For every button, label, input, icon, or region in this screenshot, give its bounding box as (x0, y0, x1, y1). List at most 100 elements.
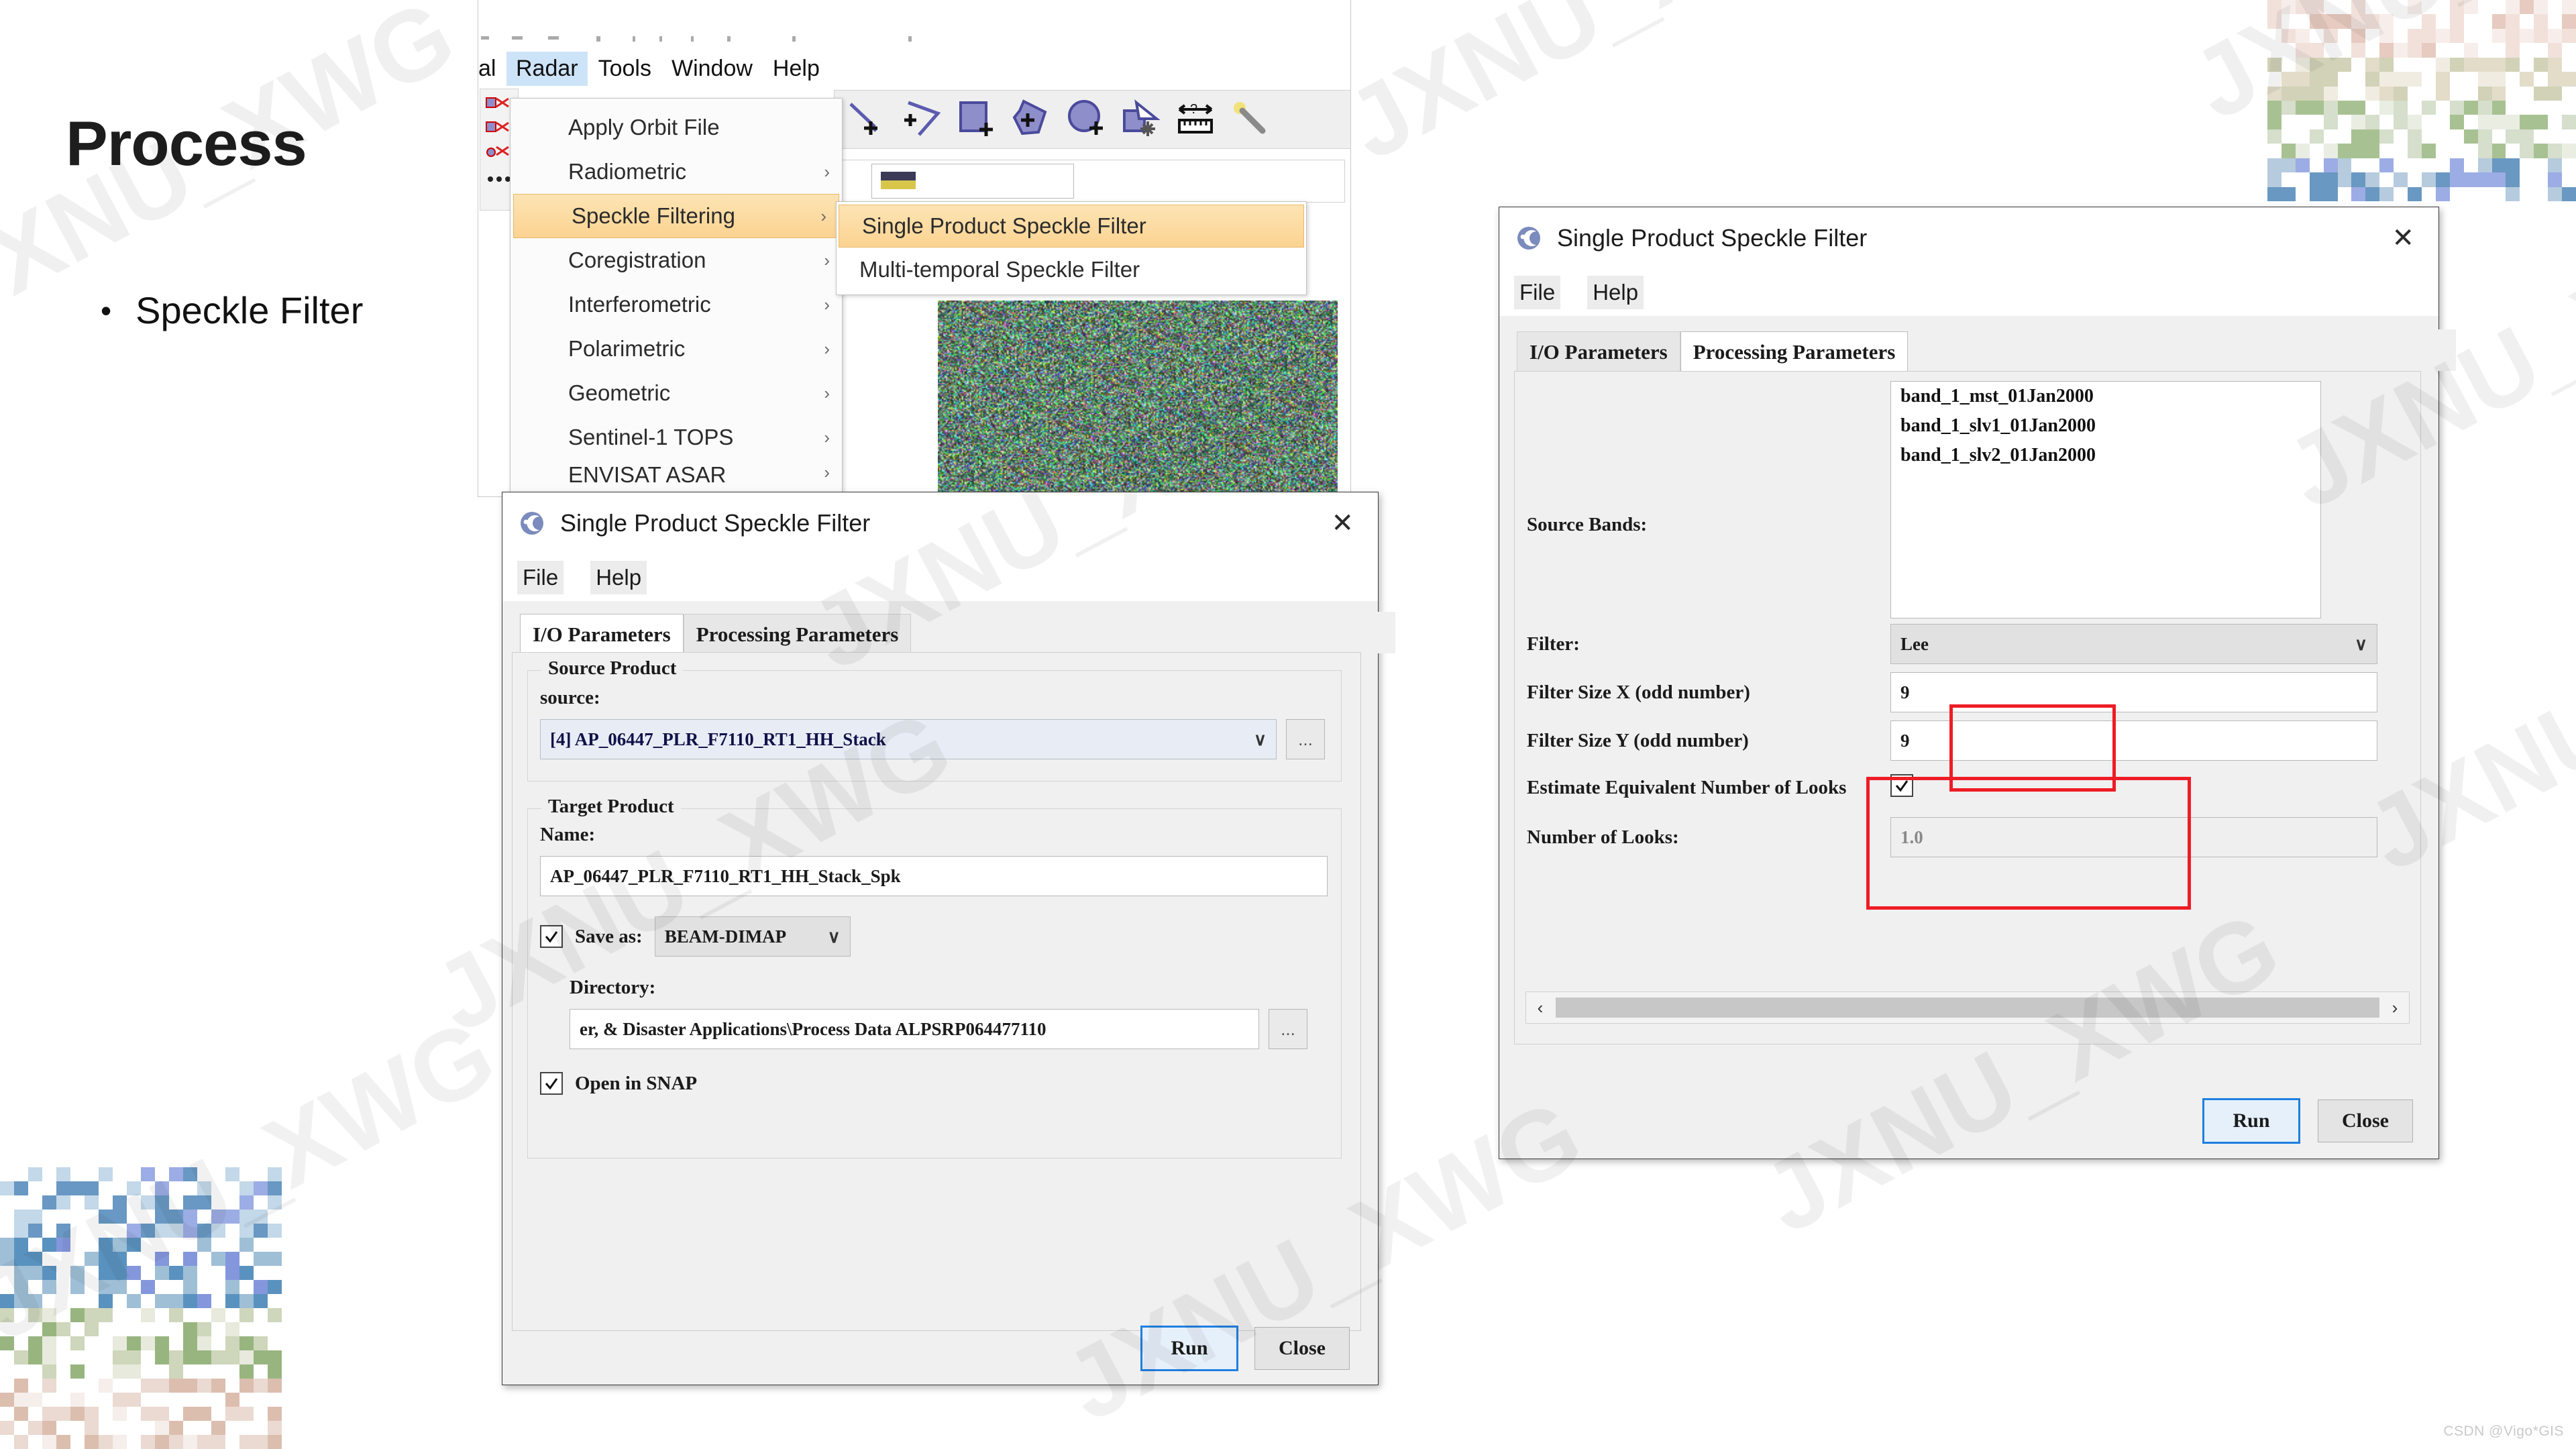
menu-option-geometric[interactable]: Geometric › (511, 371, 842, 415)
mosaic-cell (225, 1350, 239, 1364)
menu-item-help[interactable]: Help (763, 52, 829, 86)
menu-option-interferometric[interactable]: Interferometric › (511, 282, 842, 327)
mosaic-cell (56, 1195, 70, 1210)
mosaic-cell (127, 1280, 141, 1294)
source-label: source: (540, 687, 600, 708)
mosaic-cell (183, 1322, 197, 1336)
scroll-left-icon[interactable]: ‹ (1526, 998, 1554, 1018)
red-icon-3[interactable] (486, 144, 511, 162)
close-button[interactable]: Close (1254, 1327, 1350, 1370)
tab-processing-parameters[interactable]: Processing Parameters (683, 614, 912, 653)
dialog-menu-help[interactable]: Help (1587, 276, 1644, 309)
mosaic-cell (99, 1407, 113, 1421)
draw-line-icon[interactable] (844, 99, 892, 140)
mosaic-cell (2562, 57, 2576, 72)
draw-rectangle-icon[interactable] (954, 99, 1002, 140)
mosaic-cell (28, 1336, 42, 1350)
range-measure-icon[interactable]: ? (1174, 99, 1222, 140)
menu-item-clipped[interactable]: al (478, 52, 505, 86)
tab-processing-parameters[interactable]: Processing Parameters (1680, 331, 1909, 371)
filter-combo[interactable]: Lee ∨ (1890, 624, 2377, 664)
directory-input[interactable]: er, & Disaster Applications\Process Data… (570, 1009, 1259, 1049)
open-in-snap-checkbox[interactable] (540, 1072, 563, 1095)
list-item[interactable]: band_1_slv1_01Jan2000 (1891, 411, 2320, 441)
mosaic-cell (2337, 158, 2352, 173)
mosaic-cell (113, 1294, 127, 1308)
menu-option-coregistration[interactable]: Coregistration › (511, 238, 842, 282)
red-icon-2[interactable] (486, 120, 511, 138)
menu-item-window[interactable]: Window (662, 52, 762, 86)
mosaic-cell (2267, 129, 2282, 144)
pin-wand-icon[interactable] (1229, 99, 1277, 140)
menu-option-envisat-asar[interactable]: ENVISAT ASAR › (511, 460, 842, 492)
tab-io-parameters[interactable]: I/O Parameters (1517, 331, 1680, 371)
scrollbar-thumb[interactable] (1556, 998, 2379, 1018)
mosaic-cell (169, 1379, 183, 1393)
save-as-checkbox[interactable] (540, 925, 563, 948)
draw-polyline-icon[interactable] (899, 99, 947, 140)
estimate-enl-checkbox[interactable] (1890, 774, 1913, 797)
mosaic-cell (2281, 72, 2296, 87)
draw-polygon-icon[interactable] (1009, 99, 1057, 140)
directory-browse-button[interactable]: ... (1269, 1009, 1307, 1049)
mosaic-cell (2506, 158, 2520, 173)
source-product-combo[interactable]: [4] AP_06447_PLR_F7110_RT1_HH_Stack ∨ (540, 719, 1277, 759)
mosaic-cell (239, 1195, 254, 1210)
menu-option-apply-orbit-file[interactable]: Apply Orbit File (511, 105, 842, 150)
mosaic-cell (225, 1393, 239, 1407)
filter-size-y-input[interactable]: 9 (1890, 720, 2377, 761)
horizontal-scrollbar[interactable]: ‹ › (1525, 991, 2410, 1024)
tab-io-parameters[interactable]: I/O Parameters (520, 614, 684, 653)
close-button[interactable]: Close (2318, 1099, 2413, 1142)
run-button[interactable]: Run (2202, 1098, 2300, 1144)
scroll-right-icon[interactable]: › (2381, 998, 2409, 1018)
mosaic-cell (2421, 0, 2436, 15)
source-browse-button[interactable]: ... (1286, 719, 1325, 759)
close-icon[interactable]: ✕ (2382, 225, 2424, 252)
menu-item-radar[interactable]: Radar (506, 51, 588, 86)
mosaic-cell (169, 1167, 183, 1181)
run-button[interactable]: Run (1140, 1326, 1238, 1371)
dialog-menu-help[interactable]: Help (590, 561, 647, 594)
mosaic-cell (2379, 0, 2394, 15)
number-of-looks-label: Number of Looks: (1527, 826, 1679, 848)
menu-item-tools[interactable]: Tools (589, 52, 661, 86)
menu-option-radiometric[interactable]: Radiometric › (511, 150, 842, 194)
mosaic-cell (28, 1181, 42, 1195)
menu-option-sentinel1-tops[interactable]: Sentinel-1 TOPS › (511, 415, 842, 460)
mosaic-cell (85, 1393, 99, 1407)
submenu-option-multi-temporal-speckle-filter[interactable]: Multi-temporal Speckle Filter (837, 248, 1306, 292)
mosaic-cell (141, 1252, 155, 1266)
mosaic-cell (239, 1350, 254, 1364)
mosaic-cell (2309, 57, 2324, 72)
save-as-format-combo[interactable]: BEAM-DIMAP ∨ (654, 916, 851, 957)
mosaic-cell (2309, 144, 2324, 158)
mosaic-cell (2534, 0, 2548, 15)
filter-size-x-input[interactable]: 9 (1890, 672, 2377, 712)
magic-wand-select-icon[interactable] (1119, 99, 1167, 140)
dialog-menu-file[interactable]: File (1514, 276, 1561, 309)
menu-option-speckle-filtering[interactable]: Speckle Filtering › (513, 194, 839, 238)
mosaic-cell (268, 1393, 282, 1407)
mosaic-cell (2520, 86, 2534, 101)
submenu-option-single-product-speckle-filter[interactable]: Single Product Speckle Filter (839, 205, 1304, 248)
mosaic-cell (28, 1379, 42, 1393)
target-name-input[interactable]: AP_06447_PLR_F7110_RT1_HH_Stack_Spk (540, 856, 1328, 896)
mosaic-cell (2449, 57, 2464, 72)
mosaic-cell (0, 1252, 14, 1266)
mosaic-cell (155, 1308, 169, 1322)
close-icon[interactable]: ✕ (1322, 510, 1363, 537)
source-bands-listbox[interactable]: band_1_mst_01Jan2000 band_1_slv1_01Jan20… (1890, 381, 2321, 619)
red-icon-1[interactable] (486, 96, 511, 113)
mosaic-cell (28, 1238, 42, 1252)
draw-ellipse-icon[interactable] (1064, 99, 1112, 140)
red-icon-4[interactable] (486, 168, 511, 186)
mosaic-cell (2379, 129, 2394, 144)
chevron-right-icon: › (820, 205, 826, 226)
dialog-menu-file[interactable]: File (517, 561, 564, 594)
menu-option-polarimetric[interactable]: Polarimetric › (511, 327, 842, 371)
dialog-menu-bar: File Help (1499, 269, 2438, 316)
list-item[interactable]: band_1_mst_01Jan2000 (1891, 382, 2320, 411)
mosaic-cell (2491, 172, 2506, 187)
list-item[interactable]: band_1_slv2_01Jan2000 (1891, 441, 2320, 470)
